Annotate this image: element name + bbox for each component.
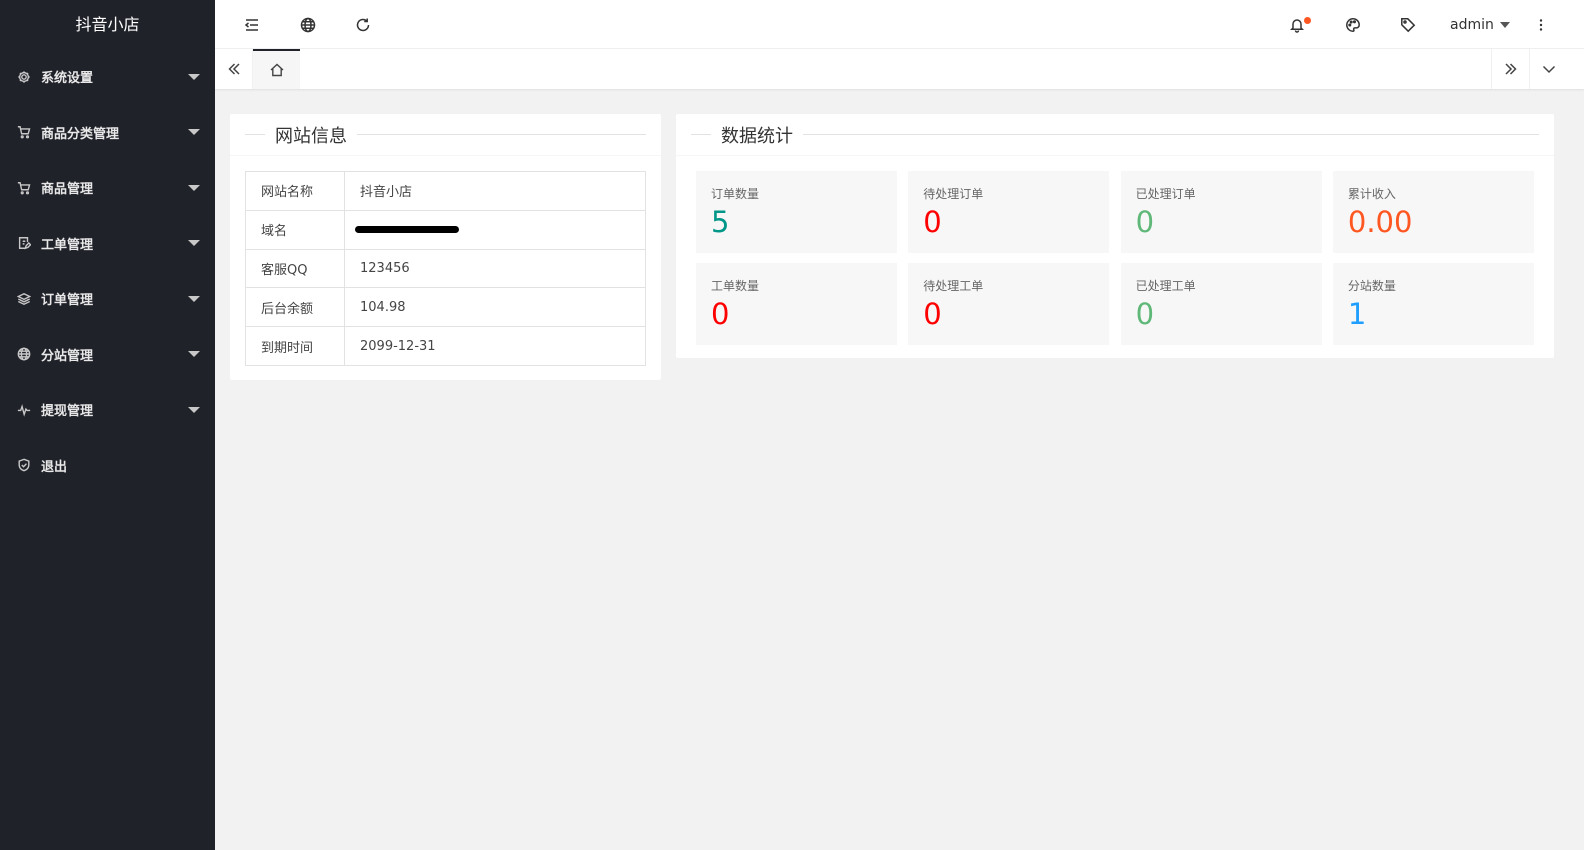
globe-icon (16, 346, 32, 362)
expiry-value: 2099-12-31 (344, 326, 646, 366)
tab-options-chevron-down-icon[interactable] (1529, 49, 1567, 89)
sidebar-item-label: 订单管理 (41, 293, 94, 309)
tab-home[interactable] (253, 49, 300, 89)
sidebar-item-ticket-management[interactable]: 工单管理 (0, 216, 215, 272)
username: admin (1450, 16, 1494, 33)
stat-tile-ticket-count: 工单数量 0 (696, 263, 897, 345)
refresh-icon[interactable] (343, 0, 383, 49)
redacted-domain (355, 226, 459, 234)
caret-down-icon (188, 129, 200, 136)
layers-icon (16, 291, 32, 307)
stat-value: 0.00 (1347, 205, 1413, 239)
stat-value: 0 (923, 205, 942, 239)
caret-down-icon (188, 351, 200, 358)
scroll-tabs-left-icon[interactable] (215, 49, 253, 89)
stat-value: 1 (1347, 297, 1367, 331)
table-row: 域名 (245, 209, 646, 250)
sidebar-item-order-management[interactable]: 订单管理 (0, 271, 215, 327)
more-vertical-icon[interactable] (1521, 0, 1561, 49)
stat-value: 0 (1135, 297, 1155, 331)
menu-toggle-icon[interactable] (232, 0, 272, 49)
sidebar-item-withdraw-management[interactable]: 提现管理 (0, 382, 215, 438)
stats-card: 数据统计 订单数量 5 待处理订单 0 已处理订单 0 累计收入 0.00 工单数量 0 待处理工单… (676, 114, 1554, 358)
sidebar: 抖音小店 系统设置 商品分类管理 商品管理 工单管理 订单管理 分站管理 提现管… (0, 0, 215, 850)
shield-icon (16, 457, 32, 473)
sidebar-item-label: 商品管理 (41, 182, 94, 198)
stat-label: 分站数量 (1347, 279, 1396, 293)
caret-down-icon (188, 240, 200, 247)
sidebar-item-product-management[interactable]: 商品管理 (0, 160, 215, 216)
sidebar-item-label: 分站管理 (41, 348, 94, 364)
sidebar-item-label: 退出 (41, 459, 68, 475)
caret-down-icon (188, 73, 200, 80)
bell-icon[interactable] (1277, 0, 1317, 49)
service-qq-value: 123456 (344, 248, 646, 289)
stat-tile-order-count: 订单数量 5 (696, 171, 897, 253)
edit-doc-icon (16, 235, 32, 251)
stat-tile-substation-count: 分站数量 1 (1332, 263, 1534, 345)
domain-value (344, 209, 646, 250)
stat-tile-pending-tickets: 待处理工单 0 (908, 263, 1110, 345)
sidebar-item-label: 商品分类管理 (41, 126, 120, 142)
expiry-label: 到期时间 (245, 326, 345, 366)
stat-label: 工单数量 (711, 279, 760, 293)
stat-tile-processed-tickets: 已处理工单 0 (1120, 263, 1322, 345)
top-header: admin (215, 0, 1584, 49)
tab-bar (215, 49, 1584, 89)
stat-value: 0 (1135, 205, 1155, 239)
sidebar-menu: 系统设置 商品分类管理 商品管理 工单管理 订单管理 分站管理 提现管理 退出 (0, 49, 215, 493)
card-title: 网站信息 (230, 114, 661, 156)
stat-label: 累计收入 (1347, 187, 1396, 201)
gear-icon (16, 69, 32, 85)
palette-icon[interactable] (1333, 0, 1373, 49)
cart-icon (16, 180, 32, 196)
balance-label: 后台余额 (245, 287, 345, 328)
sidebar-item-logout[interactable]: 退出 (0, 438, 215, 494)
stat-tile-processed-orders: 已处理订单 0 (1120, 171, 1322, 253)
table-row: 网站名称 抖音小店 (245, 171, 646, 211)
table-row: 后台余额 104.98 (245, 287, 646, 328)
domain-label: 域名 (245, 209, 345, 250)
stat-tile-pending-orders: 待处理订单 0 (908, 171, 1110, 253)
sidebar-item-label: 工单管理 (41, 237, 94, 253)
stats-title: 数据统计 (721, 125, 793, 147)
site-info-title: 网站信息 (275, 125, 347, 147)
pulse-icon (16, 402, 32, 418)
sidebar-item-label: 提现管理 (41, 404, 94, 420)
scroll-tabs-right-icon[interactable] (1491, 49, 1529, 89)
stat-label: 已处理订单 (1135, 187, 1196, 201)
notification-dot (1304, 17, 1311, 24)
tag-icon[interactable] (1388, 0, 1428, 49)
sidebar-item-label: 系统设置 (41, 71, 94, 87)
site-name-value: 抖音小店 (344, 171, 646, 211)
cart-icon (16, 124, 32, 140)
user-menu[interactable]: admin (1450, 0, 1510, 49)
sidebar-item-substation-management[interactable]: 分站管理 (0, 327, 215, 383)
caret-down-icon (188, 295, 200, 302)
stat-label: 待处理订单 (923, 187, 984, 201)
globe-icon[interactable] (288, 0, 328, 49)
stat-label: 待处理工单 (923, 279, 984, 293)
caret-down-icon (188, 184, 200, 191)
card-title: 数据统计 (676, 114, 1554, 156)
site-info-card: 网站信息 网站名称 抖音小店 域名 客服QQ 123456 后台余额 104.9… (230, 114, 661, 380)
site-name-label: 网站名称 (245, 171, 345, 211)
app-logo-title[interactable]: 抖音小店 (0, 0, 215, 49)
stat-value: 0 (711, 297, 730, 331)
stat-label: 订单数量 (711, 187, 760, 201)
stat-value: 5 (711, 205, 730, 239)
caret-down-icon (1499, 21, 1510, 28)
sidebar-item-category-management[interactable]: 商品分类管理 (0, 105, 215, 161)
table-row: 客服QQ 123456 (245, 248, 646, 289)
caret-down-icon (188, 406, 200, 413)
home-icon (270, 63, 283, 77)
balance-value: 104.98 (344, 287, 646, 328)
service-qq-label: 客服QQ (245, 248, 345, 289)
site-info-table: 网站名称 抖音小店 域名 客服QQ 123456 后台余额 104.98 到期时… (245, 171, 646, 366)
stat-label: 已处理工单 (1135, 279, 1196, 293)
stat-tile-total-income: 累计收入 0.00 (1332, 171, 1534, 253)
table-row: 到期时间 2099-12-31 (245, 326, 646, 366)
sidebar-item-system-settings[interactable]: 系统设置 (0, 49, 215, 105)
stat-value: 0 (923, 297, 942, 331)
